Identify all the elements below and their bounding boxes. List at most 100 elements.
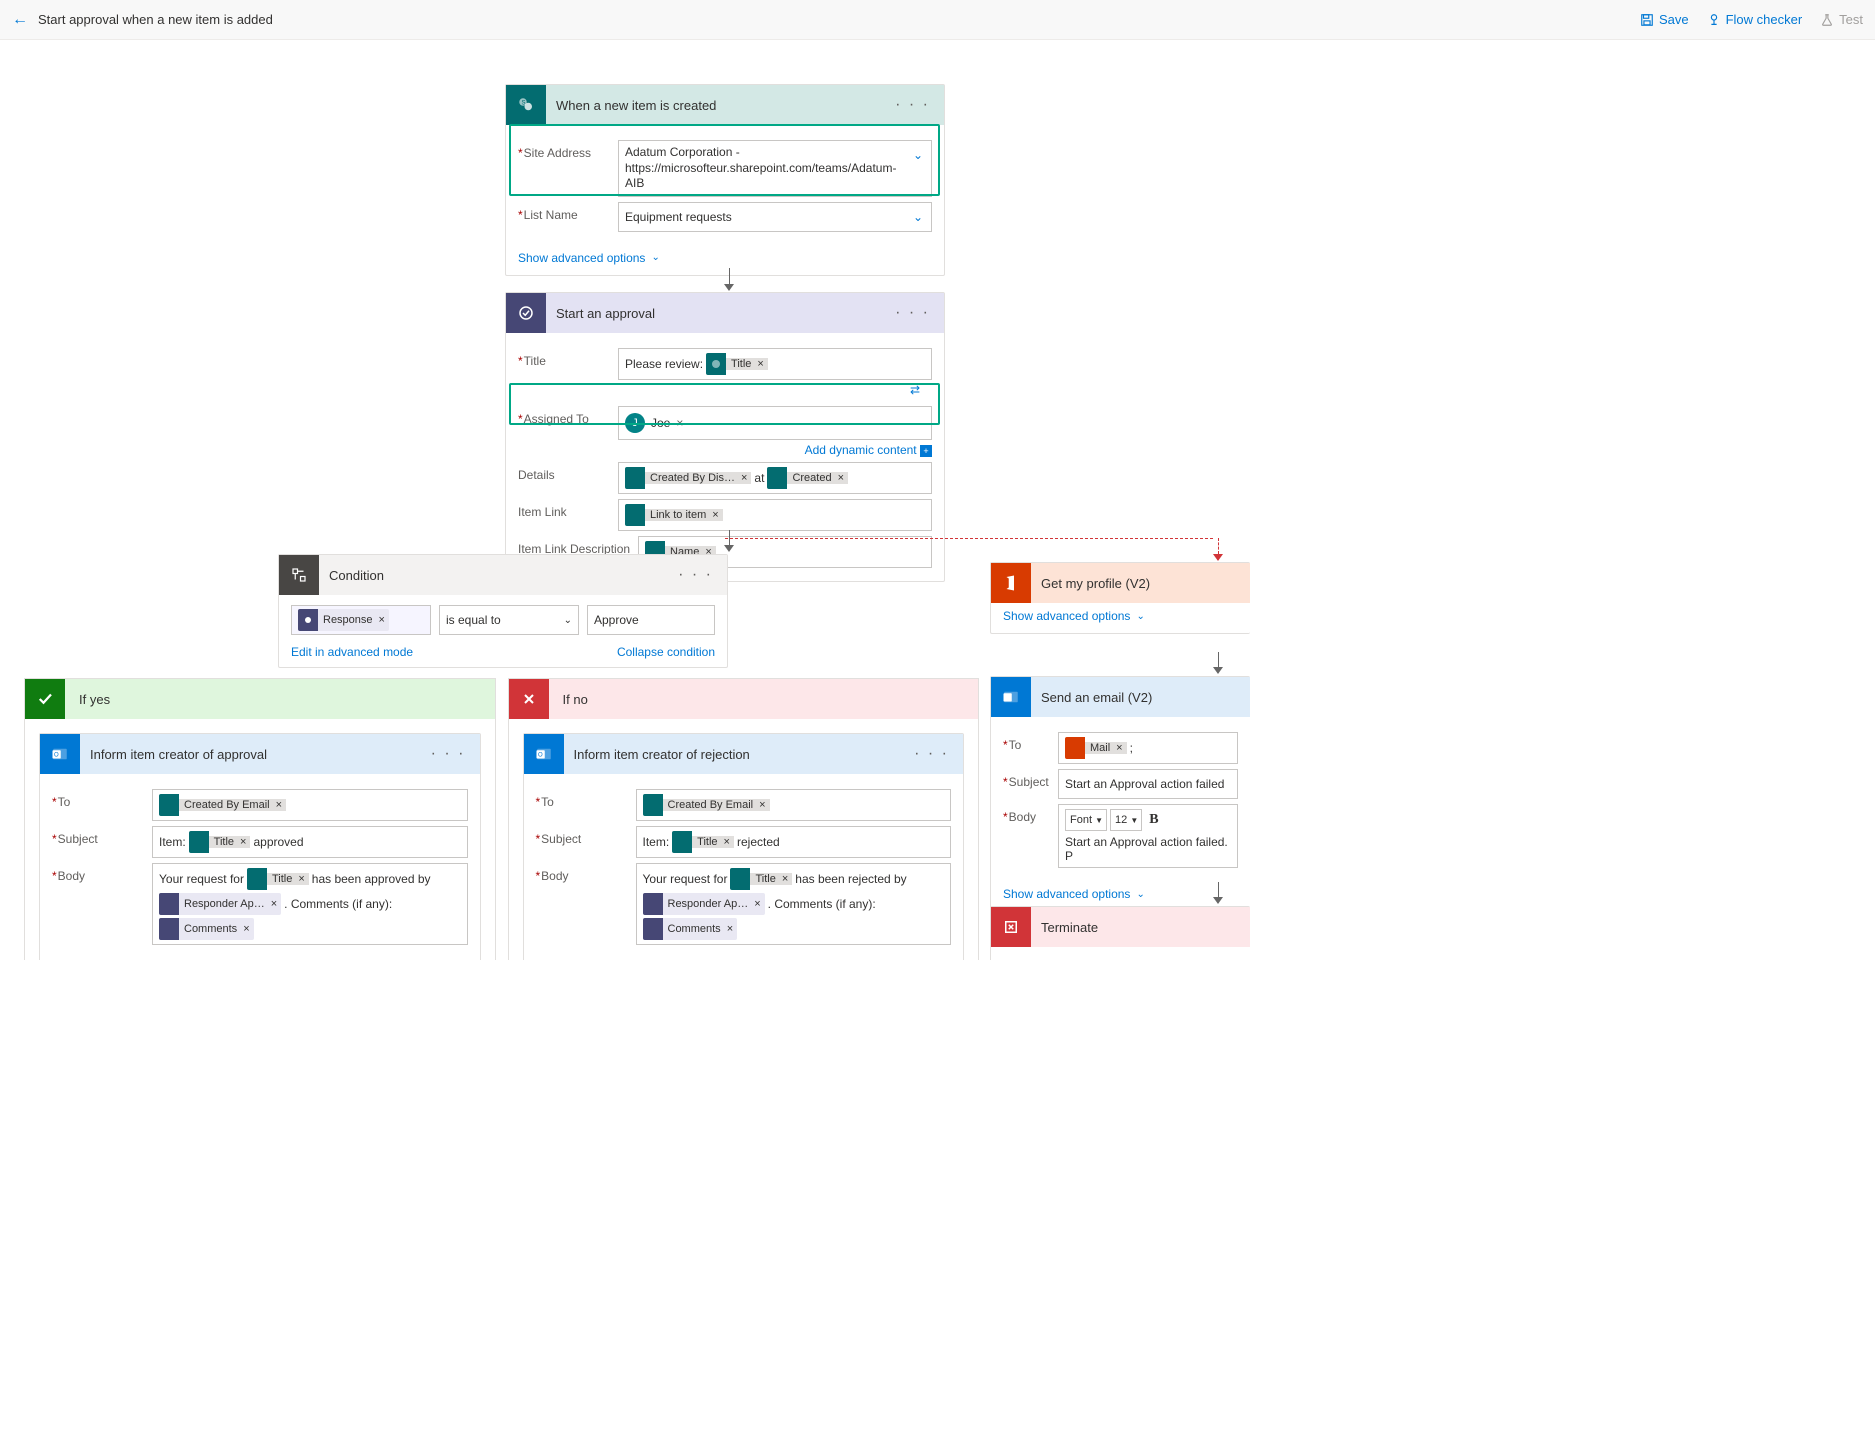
yes-subject-field[interactable]: Item: Title× approved bbox=[152, 826, 468, 858]
yes-body-field[interactable]: Your request for Title× has been approve… bbox=[152, 863, 468, 945]
inform-approval-card: O Inform item creator of approval · · · … bbox=[39, 733, 481, 960]
assignee-pill[interactable]: JJoe× bbox=[625, 411, 683, 435]
token-responder[interactable]: Responder Ap…× bbox=[159, 893, 281, 915]
email-body-field[interactable]: Font▼ 12▼ B Start an Approval action fai… bbox=[1058, 804, 1238, 868]
yes-to-field[interactable]: Created By Email× bbox=[152, 789, 468, 821]
inform-approval-header[interactable]: O Inform item creator of approval · · · bbox=[40, 734, 480, 774]
inform-approval-menu[interactable]: · · · bbox=[427, 745, 470, 763]
font-size-dropdown[interactable]: 12▼ bbox=[1110, 809, 1142, 831]
token-title[interactable]: Title× bbox=[706, 353, 768, 375]
email-subject-field[interactable]: Start an Approval action failed bbox=[1058, 769, 1238, 799]
connector-arrow bbox=[1213, 652, 1223, 674]
profile-advanced-toggle[interactable]: Show advanced options⌄ bbox=[991, 603, 1250, 633]
svg-text:S: S bbox=[522, 100, 526, 106]
outlook-icon bbox=[991, 677, 1031, 717]
approval-title-field[interactable]: Please review: Title× bbox=[618, 348, 932, 380]
flow-checker-button[interactable]: Flow checker bbox=[1707, 12, 1803, 27]
trigger-card: S When a new item is created · · · *Site… bbox=[505, 84, 945, 276]
inform-rejection-header[interactable]: O Inform item creator of rejection · · · bbox=[524, 734, 964, 774]
avatar: J bbox=[625, 413, 645, 433]
token-title[interactable]: Title× bbox=[247, 868, 309, 890]
bold-button[interactable]: B bbox=[1145, 812, 1162, 828]
token-remove[interactable]: × bbox=[755, 358, 767, 370]
site-address-dropdown[interactable]: Adatum Corporation - https://microsofteu… bbox=[618, 140, 932, 197]
flow-checker-icon bbox=[1707, 13, 1721, 27]
title-prefix-text: Please review: bbox=[625, 357, 703, 371]
terminate-header[interactable]: Terminate bbox=[991, 907, 1250, 947]
token-created-by-email[interactable]: Created By Email× bbox=[159, 794, 286, 816]
test-button[interactable]: Test bbox=[1820, 12, 1863, 27]
email-body-text: Start an Approval action failed. P bbox=[1065, 835, 1231, 863]
get-profile-title: Get my profile (V2) bbox=[1041, 576, 1240, 591]
trigger-header[interactable]: S When a new item is created · · · bbox=[506, 85, 944, 125]
token-created[interactable]: Created× bbox=[767, 467, 848, 489]
get-profile-header[interactable]: Get my profile (V2) bbox=[991, 563, 1250, 603]
save-button[interactable]: Save bbox=[1640, 12, 1689, 27]
approval-title: Start an approval bbox=[556, 306, 891, 321]
get-profile-card: Get my profile (V2) Show advanced option… bbox=[990, 562, 1250, 634]
list-name-label: *List Name bbox=[518, 202, 618, 222]
token-responder[interactable]: Responder Ap…× bbox=[643, 893, 765, 915]
yes-advanced-toggle[interactable]: Show advanced options⌄ bbox=[40, 958, 480, 960]
fail-branch-horizontal bbox=[725, 538, 1213, 539]
no-body-field[interactable]: Your request for Title× has been rejecte… bbox=[636, 863, 952, 945]
flow-canvas: S When a new item is created · · · *Site… bbox=[0, 40, 1875, 960]
condition-operator-dropdown[interactable]: is equal to⌄ bbox=[439, 605, 579, 635]
token-title[interactable]: Title× bbox=[730, 868, 792, 890]
outlook-icon: O bbox=[524, 734, 564, 774]
token-created-by-display[interactable]: Created By Dis…× bbox=[625, 467, 751, 489]
branches: If yes O Inform item creator of approval… bbox=[24, 678, 979, 960]
list-name-dropdown[interactable]: Equipment requests⌄ bbox=[618, 202, 932, 232]
details-label: Details bbox=[518, 462, 618, 482]
condition-right-operand[interactable]: Approve bbox=[587, 605, 715, 635]
token-mail[interactable]: Mail× bbox=[1065, 737, 1127, 759]
font-family-dropdown[interactable]: Font▼ bbox=[1065, 809, 1107, 831]
email-to-field[interactable]: Mail×; bbox=[1058, 732, 1238, 764]
branch-yes: If yes O Inform item creator of approval… bbox=[24, 678, 496, 960]
check-icon bbox=[25, 679, 65, 719]
branch-yes-header: If yes bbox=[25, 679, 495, 719]
approval-icon bbox=[506, 293, 546, 333]
outlook-icon: O bbox=[40, 734, 80, 774]
sharepoint-icon: S bbox=[506, 85, 546, 125]
token-title[interactable]: Title× bbox=[189, 831, 251, 853]
condition-menu[interactable]: · · · bbox=[674, 566, 717, 584]
back-arrow-icon[interactable]: ← bbox=[12, 11, 28, 29]
assigned-to-field[interactable]: JJoe× bbox=[618, 406, 932, 440]
token-response[interactable]: Response× bbox=[298, 609, 389, 631]
no-subject-field[interactable]: Item: Title× rejected bbox=[636, 826, 952, 858]
condition-left-operand[interactable]: Response× bbox=[291, 605, 431, 635]
edit-advanced-mode-link[interactable]: Edit in advanced mode bbox=[291, 645, 413, 659]
swap-connection-icon[interactable]: ⇄ bbox=[910, 383, 920, 397]
token-comments[interactable]: Comments× bbox=[159, 918, 254, 940]
inform-rejection-menu[interactable]: · · · bbox=[910, 745, 953, 763]
condition-title: Condition bbox=[329, 568, 674, 583]
approval-menu[interactable]: · · · bbox=[891, 304, 934, 322]
approval-header[interactable]: Start an approval · · · bbox=[506, 293, 944, 333]
trigger-title: When a new item is created bbox=[556, 98, 891, 113]
fail-connector-arrow bbox=[1213, 538, 1223, 561]
terminate-card: Terminate *Status Succeeded bbox=[990, 906, 1250, 960]
flow-checker-label: Flow checker bbox=[1726, 12, 1803, 27]
remove-assignee[interactable]: × bbox=[676, 416, 683, 430]
save-label: Save bbox=[1659, 12, 1689, 27]
no-to-field[interactable]: Created By Email× bbox=[636, 789, 952, 821]
no-advanced-toggle[interactable]: Show advanced options⌄ bbox=[524, 958, 964, 960]
trigger-menu[interactable]: · · · bbox=[891, 96, 934, 114]
save-icon bbox=[1640, 13, 1654, 27]
token-comments[interactable]: Comments× bbox=[643, 918, 738, 940]
details-field[interactable]: Created By Dis…× at Created× bbox=[618, 462, 932, 494]
token-link-to-item[interactable]: Link to item× bbox=[625, 504, 723, 526]
office-icon bbox=[991, 563, 1031, 603]
connector-arrow bbox=[1213, 882, 1223, 904]
x-icon bbox=[509, 679, 549, 719]
item-link-field[interactable]: Link to item× bbox=[618, 499, 932, 531]
send-email-header[interactable]: Send an email (V2) bbox=[991, 677, 1250, 717]
test-label: Test bbox=[1839, 12, 1863, 27]
token-title[interactable]: Title× bbox=[672, 831, 734, 853]
token-created-by-email[interactable]: Created By Email× bbox=[643, 794, 770, 816]
collapse-condition-link[interactable]: Collapse condition bbox=[617, 645, 715, 659]
add-dynamic-content-link[interactable]: Add dynamic content + bbox=[805, 443, 932, 457]
condition-header[interactable]: Condition · · · bbox=[279, 555, 727, 595]
approval-title-label: *Title bbox=[518, 348, 618, 368]
